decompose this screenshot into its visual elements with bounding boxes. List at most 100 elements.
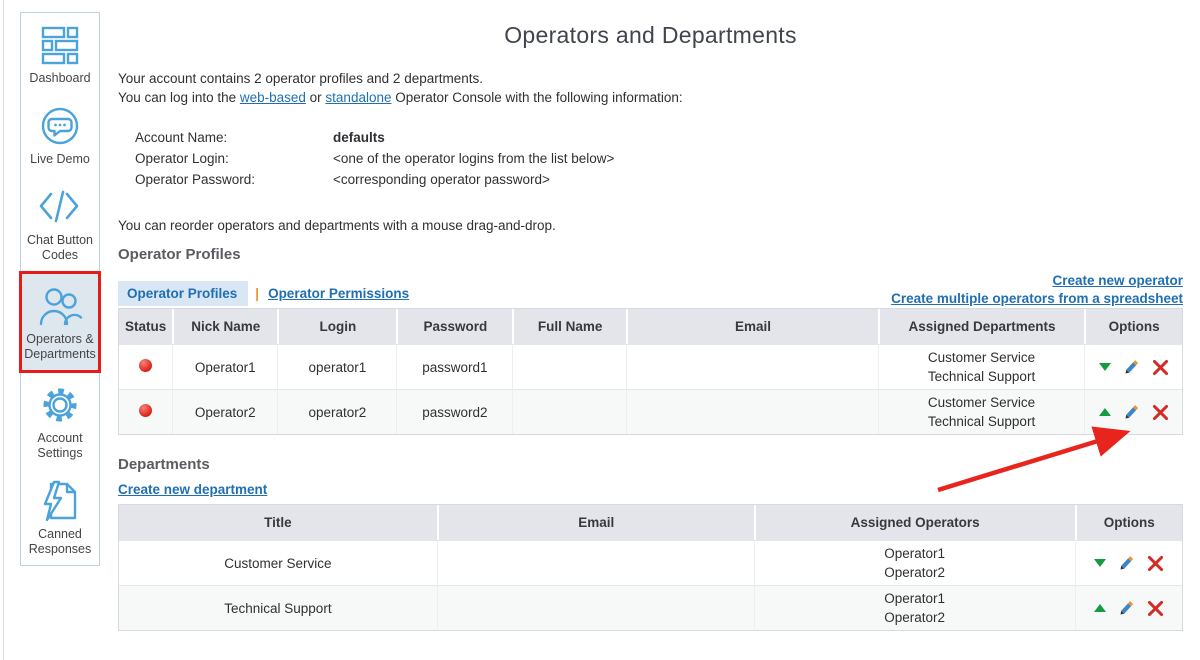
operator-login-row: Operator Login:<one of the operator logi… xyxy=(135,148,1183,169)
operator-row: Operator1 operator1 password1 Customer S… xyxy=(119,344,1182,389)
operator-login-label: Operator Login: xyxy=(135,148,333,169)
cell-assigned-departments: Customer Service Technical Support xyxy=(878,389,1084,434)
column-header-email: Email xyxy=(626,309,878,344)
cell-fullname xyxy=(512,344,626,389)
delete-icon[interactable] xyxy=(1147,600,1164,617)
code-brackets-icon xyxy=(37,184,83,230)
cell-assigned-operators: Operator1 Operator2 xyxy=(754,585,1075,630)
sidebar-item-account-settings[interactable]: Account Settings xyxy=(21,373,99,469)
sidebar-item-canned-responses[interactable]: Canned Responses xyxy=(21,469,99,565)
create-new-department-link[interactable]: Create new department xyxy=(118,482,267,497)
cell-assigned-operators: Operator1 Operator2 xyxy=(754,540,1075,585)
account-name-value: defaults xyxy=(333,130,385,145)
main-content: Operators and Departments Your account c… xyxy=(118,0,1183,631)
column-header-options: Options xyxy=(1075,505,1182,540)
column-header-options: Options xyxy=(1084,309,1182,344)
column-header-title: Title xyxy=(119,505,437,540)
column-header-password: Password xyxy=(396,309,512,344)
column-header-assigned-departments: Assigned Departments xyxy=(878,309,1084,344)
departments-heading: Departments xyxy=(118,456,1183,473)
edit-icon-operator2[interactable] xyxy=(1123,404,1140,421)
cell-assigned-departments: Customer Service Technical Support xyxy=(878,344,1084,389)
department-row: Customer Service Operator1 Operator2 xyxy=(119,540,1182,585)
move-up-icon[interactable] xyxy=(1094,604,1106,612)
edit-icon[interactable] xyxy=(1118,555,1135,572)
gear-icon xyxy=(37,382,83,428)
standalone-link[interactable]: standalone xyxy=(325,90,391,105)
account-info: Account Name:defaults Operator Login:<on… xyxy=(135,127,1183,190)
page-title: Operators and Departments xyxy=(118,22,1183,49)
operator-profiles-heading: Operator Profiles xyxy=(118,246,1183,263)
delete-icon[interactable] xyxy=(1152,359,1169,376)
account-name-row: Account Name:defaults xyxy=(135,127,1183,148)
sidebar-item-label: Canned Responses xyxy=(23,527,97,557)
status-offline-icon xyxy=(139,404,152,417)
cell-login: operator1 xyxy=(277,344,396,389)
sidebar-item-label: Live Demo xyxy=(30,152,90,167)
intro-text: Your account contains 2 operator profile… xyxy=(118,70,1183,107)
move-down-icon[interactable] xyxy=(1094,559,1106,567)
sidebar-item-label: Operators & Departments xyxy=(24,332,96,362)
operator-password-row: Operator Password:<corresponding operato… xyxy=(135,169,1183,190)
move-down-icon[interactable] xyxy=(1099,363,1111,371)
sidebar-item-dashboard[interactable]: Dashboard xyxy=(21,13,99,94)
column-header-status: Status xyxy=(119,309,172,344)
create-department-block: Create new department xyxy=(118,482,1183,497)
column-header-login: Login xyxy=(277,309,396,344)
tab-operator-profiles[interactable]: Operator Profiles xyxy=(118,281,248,306)
sidebar-item-label: Chat Button Codes xyxy=(23,233,97,263)
create-operator-links: Create new operator Create multiple oper… xyxy=(891,272,1183,308)
cell-status xyxy=(119,344,172,389)
edit-icon[interactable] xyxy=(1123,359,1140,376)
department-row: Technical Support Operator1 Operator2 xyxy=(119,585,1182,630)
cell-email xyxy=(626,344,878,389)
departments-table: Title Email Assigned Operators Options C… xyxy=(118,504,1183,631)
cell-nickname: Operator2 xyxy=(172,389,277,434)
cell-options xyxy=(1084,389,1182,434)
operators-header-row: Status Nick Name Login Password Full Nam… xyxy=(119,309,1182,344)
column-header-email: Email xyxy=(437,505,754,540)
delete-icon[interactable] xyxy=(1152,404,1169,421)
operator-password-label: Operator Password: xyxy=(135,169,333,190)
edit-icon[interactable] xyxy=(1118,600,1135,617)
dashboard-icon xyxy=(37,22,83,68)
operators-table: Status Nick Name Login Password Full Nam… xyxy=(118,308,1183,435)
lightning-document-icon xyxy=(37,478,83,524)
sidebar-item-live-demo[interactable]: Live Demo xyxy=(21,94,99,175)
web-based-link[interactable]: web-based xyxy=(240,90,306,105)
cell-status xyxy=(119,389,172,434)
delete-icon[interactable] xyxy=(1147,555,1164,572)
sidebar: Dashboard Live Demo Chat Button Codes xyxy=(20,12,100,566)
sidebar-item-operators-departments[interactable]: Operators & Departments xyxy=(19,271,101,373)
create-new-operator-link[interactable]: Create new operator xyxy=(1052,273,1183,288)
chat-bubble-icon xyxy=(37,103,83,149)
move-up-icon[interactable] xyxy=(1099,408,1111,416)
account-name-label: Account Name: xyxy=(135,127,333,148)
sidebar-item-label: Dashboard xyxy=(29,71,90,86)
operator-password-value: <corresponding operator password> xyxy=(333,172,550,187)
cell-options xyxy=(1075,540,1182,585)
people-icon xyxy=(37,283,83,329)
departments-header-row: Title Email Assigned Operators Options xyxy=(119,505,1182,540)
column-header-assigned-operators: Assigned Operators xyxy=(754,505,1075,540)
cell-nickname: Operator1 xyxy=(172,344,277,389)
cell-password: password2 xyxy=(396,389,512,434)
operator-login-value: <one of the operator logins from the lis… xyxy=(333,151,614,166)
cell-email xyxy=(437,540,754,585)
reorder-note: You can reorder operators and department… xyxy=(118,218,1183,233)
intro-line1: Your account contains 2 operator profile… xyxy=(118,71,483,86)
cell-fullname xyxy=(512,389,626,434)
cell-email xyxy=(626,389,878,434)
cell-options xyxy=(1075,585,1182,630)
create-multiple-operators-link[interactable]: Create multiple operators from a spreads… xyxy=(891,291,1183,306)
cell-title: Technical Support xyxy=(119,585,437,630)
tab-operator-permissions[interactable]: Operator Permissions xyxy=(268,286,409,301)
column-header-fullname: Full Name xyxy=(512,309,626,344)
sidebar-item-chat-button-codes[interactable]: Chat Button Codes xyxy=(21,175,99,271)
operator-row: Operator2 operator2 password2 Customer S… xyxy=(119,389,1182,434)
column-header-nickname: Nick Name xyxy=(172,309,277,344)
cell-email xyxy=(437,585,754,630)
cell-title: Customer Service xyxy=(119,540,437,585)
sidebar-item-label: Account Settings xyxy=(23,431,97,461)
cell-login: operator2 xyxy=(277,389,396,434)
